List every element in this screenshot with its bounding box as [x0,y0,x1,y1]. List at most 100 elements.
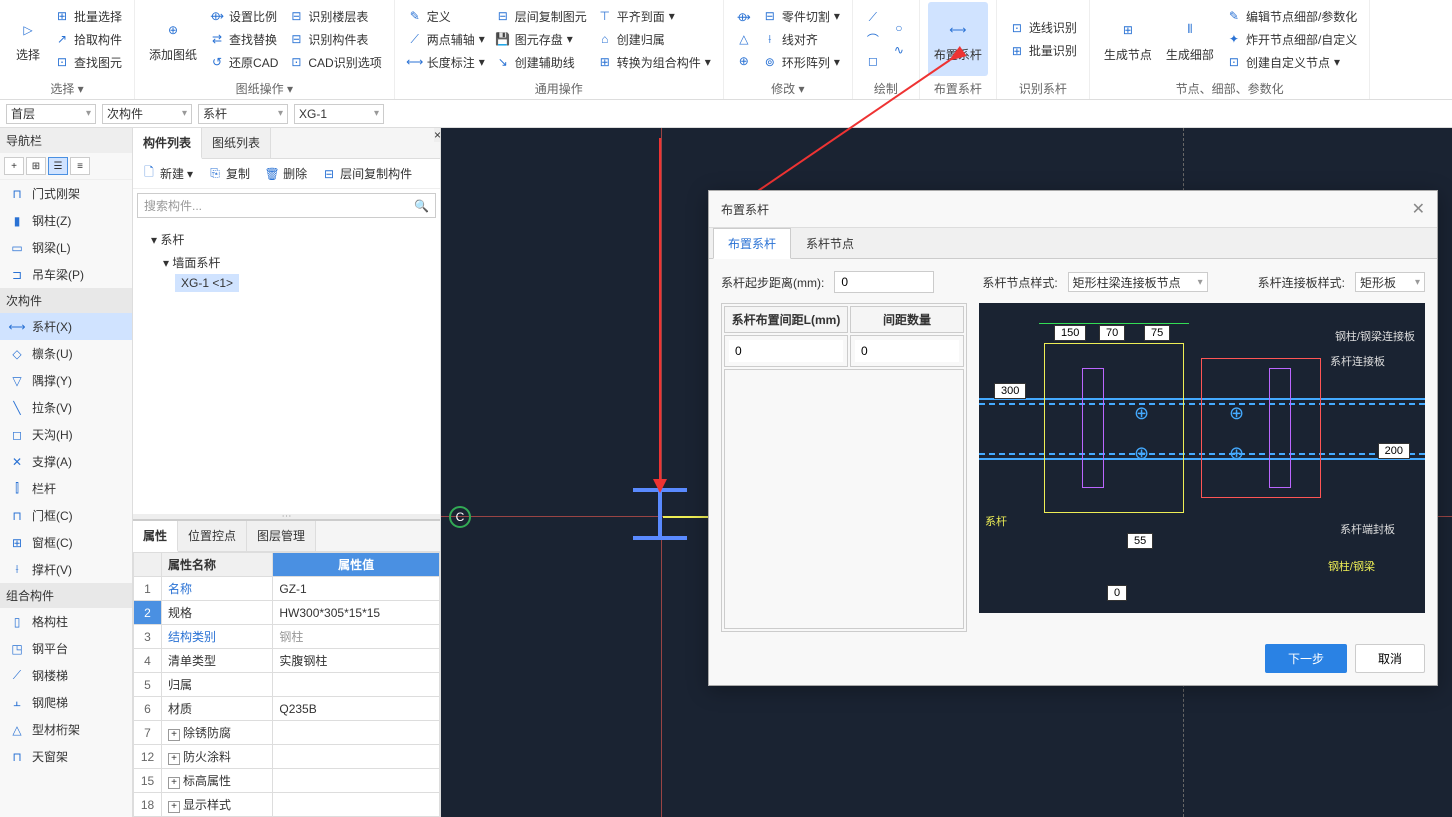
sidebar-item[interactable]: ⊓天窗架 [0,743,132,770]
sidebar-item[interactable]: ⟋钢楼梯 [0,662,132,689]
sidebar-item[interactable]: ╲拉条(V) [0,394,132,421]
gen-detail[interactable]: ⫴生成细部 [1160,2,1220,76]
property-row[interactable]: 15 +标高属性 [134,769,440,793]
property-row[interactable]: 7 +除锈防腐 [134,721,440,745]
property-row[interactable]: 3 结构类别 钢柱 [134,625,440,649]
sidebar-item[interactable]: ✕支撑(A) [0,448,132,475]
sidebar-item[interactable]: ⟊撑杆(V) [0,556,132,583]
view-grid[interactable]: ⊞ [26,157,46,175]
tab-component-list[interactable]: 构件列表 [133,128,202,159]
type-dropdown[interactable]: 系杆 [198,104,288,124]
search-input[interactable]: 搜索构件... 🔍 [137,193,436,218]
floor-dropdown[interactable]: 首层 [6,104,96,124]
revert-cad[interactable]: ↺还原CAD [205,52,282,73]
spacing-l-input[interactable] [729,340,843,362]
node-style-dropdown[interactable]: 矩形柱梁连接板节点 [1068,272,1208,292]
component-tree[interactable]: ▾ 系杆 ▾ 墙面系杆 XG-1 <1> [133,222,440,298]
move[interactable]: ⊕ [732,51,756,71]
property-row[interactable]: 2 规格 HW300*305*15*15 [134,601,440,625]
next-button[interactable]: 下一步 [1265,644,1347,673]
save-element[interactable]: 💾图元存盘 ▾ [491,29,591,50]
add-drawing[interactable]: ⊕添加图纸 [143,2,203,76]
dialog-tab-node[interactable]: 系杆节点 [791,228,869,259]
find-replace[interactable]: ⇄查找替换 [205,29,282,50]
copy-button[interactable]: ⎘复制 [203,163,254,184]
sidebar-item[interactable]: ⊞窗框(C) [0,529,132,556]
dialog-titlebar[interactable]: 布置系杆 ✕ [709,191,1437,228]
sidebar-item[interactable]: ◳钢平台 [0,635,132,662]
draw-circle[interactable]: ○ [887,18,911,38]
find-element[interactable]: ⊡查找图元 [50,52,126,73]
triangle[interactable]: △ [732,29,756,49]
pick-element[interactable]: ↗拾取构件 [50,29,126,50]
dialog-close-button[interactable]: ✕ [1412,199,1425,219]
cancel-button[interactable]: 取消 [1355,644,1425,673]
create-home[interactable]: ⌂创建归属 [593,29,715,50]
view-detail[interactable]: ≡ [70,157,90,175]
new-button[interactable]: 🗋新建 ▾ [137,163,197,184]
aux-line[interactable]: ↘创建辅助线 [491,52,591,73]
mirror[interactable]: ⟴ [732,7,756,27]
sidebar-item[interactable]: ⟷系杆(X) [0,313,132,340]
two-point-axis[interactable]: ⟋两点辅轴 ▾ [403,29,489,50]
tree-leaf[interactable]: XG-1 <1> [175,274,239,292]
view-list[interactable]: ☰ [48,157,68,175]
sidebar-item[interactable]: ▭钢梁(L) [0,234,132,261]
sidebar-item[interactable]: ▽隅撑(Y) [0,367,132,394]
part-cut[interactable]: ⊟零件切割 ▾ [758,6,844,27]
property-row[interactable]: 1 名称 GZ-1 [134,577,440,601]
tab-position[interactable]: 位置控点 [178,521,247,551]
length-dim[interactable]: ⟷长度标注 ▾ [403,52,489,73]
dialog-tab-layout[interactable]: 布置系杆 [713,228,791,259]
sidebar-item[interactable]: ▯格构柱 [0,608,132,635]
set-scale[interactable]: ⟴设置比例 [205,6,282,27]
explode-node[interactable]: ✦炸开节点细部/自定义 [1222,29,1361,50]
tab-drawing-list[interactable]: 图纸列表 [202,128,271,158]
property-row[interactable]: 12 +防火涂料 [134,745,440,769]
line-align[interactable]: ⟊线对齐 [758,29,844,50]
recognize-floor[interactable]: ⊟识别楼层表 [284,6,385,27]
delete-button[interactable]: 🗑删除 [260,163,311,184]
define[interactable]: ✎定义 [403,6,489,27]
tab-props[interactable]: 属性 [133,521,178,552]
spacing-count-input[interactable] [855,340,959,362]
sidebar-item[interactable]: ◇檩条(U) [0,340,132,367]
recognize-member[interactable]: ⊟识别构件表 [284,29,385,50]
sidebar-item[interactable]: ⊓门式刚架 [0,180,132,207]
start-distance-input[interactable] [834,271,934,293]
plate-style-dropdown[interactable]: 矩形板 [1355,272,1425,292]
draw-arc[interactable]: ⌒ [861,29,885,49]
batch-select[interactable]: ⊞批量选择 [50,6,126,27]
select-tool[interactable]: ▷选择 [8,2,48,76]
draw-rect[interactable]: ◻ [861,51,885,71]
layer-copy[interactable]: ⊟层间复制图元 [491,6,591,27]
name-dropdown[interactable]: XG-1 [294,104,384,124]
tree-root[interactable]: ▾ 系杆 [139,228,434,251]
create-custom-node[interactable]: ⊡创建自定义节点 ▾ [1222,52,1361,73]
nav-section[interactable]: ⊓门式刚架▮钢柱(Z)▭钢梁(L)⊐吊车梁(P)次构件⟷系杆(X)◇檩条(U)▽… [0,180,132,817]
view-tree[interactable]: + [4,157,24,175]
sidebar-item[interactable]: ⊐吊车梁(P) [0,261,132,288]
batch-recognize[interactable]: ⊞批量识别 [1005,40,1081,61]
close-icon[interactable]: × [434,128,440,142]
line-recognize[interactable]: ⊡选线识别 [1005,17,1081,38]
property-row[interactable]: 6 材质 Q235B [134,697,440,721]
draw-curve[interactable]: ∿ [887,40,911,60]
gen-node[interactable]: ⊞生成节点 [1098,2,1158,76]
layout-tie-rod-button[interactable]: ⟷布置系杆 [928,2,988,76]
sidebar-item[interactable]: △型材桁架 [0,716,132,743]
property-row[interactable]: 18 +显示样式 [134,793,440,817]
property-row[interactable]: 4 清单类型 实腹钢柱 [134,649,440,673]
tree-sub[interactable]: ▾ 墙面系杆 [139,251,434,274]
sidebar-item[interactable]: ⫠钢爬梯 [0,689,132,716]
circular-array[interactable]: ⊚环形阵列 ▾ [758,52,844,73]
draw-line[interactable]: ⟋ [861,7,885,27]
edit-node[interactable]: ✎编辑节点细部/参数化 [1222,6,1361,27]
align-face[interactable]: ⊤平齐到面 ▾ [593,6,715,27]
combine[interactable]: ⊞转换为组合构件 ▾ [593,52,715,73]
property-row[interactable]: 5 归属 [134,673,440,697]
sidebar-item[interactable]: ⫿栏杆 [0,475,132,502]
sidebar-item[interactable]: ◻天沟(H) [0,421,132,448]
layer-copy-button[interactable]: ⊟层间复制构件 [317,163,416,184]
sidebar-item[interactable]: ⊓门框(C) [0,502,132,529]
